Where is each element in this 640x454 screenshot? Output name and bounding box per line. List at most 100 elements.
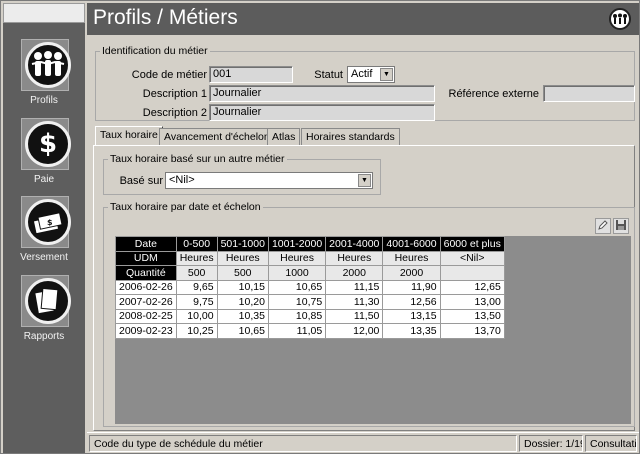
rate-cell[interactable]: 12,00	[325, 323, 384, 339]
tab-taux-horaire[interactable]: Taux horaire	[95, 126, 163, 146]
desc2-label: Description 2	[142, 107, 207, 119]
table-header-row: Date 0-500 501-1000 1001-2000 2001-4000 …	[115, 236, 505, 252]
rate-cell[interactable]: 10,65	[216, 323, 269, 339]
table-row[interactable]: 2007-02-26 9,75 10,20 10,75 11,30 12,56 …	[115, 294, 505, 310]
header-cell[interactable]: 4001-6000	[382, 236, 441, 252]
status-bar: Code du type de schédule du métier Dossi…	[87, 432, 639, 453]
rate-cell[interactable]: 10,25	[175, 323, 218, 339]
header-cell[interactable]: 2001-4000	[325, 236, 384, 252]
date-cell[interactable]: 2007-02-26	[115, 294, 177, 310]
status-mode: Consultation	[585, 435, 637, 452]
rate-cell[interactable]: 10,35	[216, 308, 269, 324]
chevron-down-icon[interactable]: ▼	[358, 174, 371, 187]
quantite-cell[interactable]: 1000	[267, 265, 327, 281]
statut-label: Statut	[314, 69, 343, 81]
code-field[interactable]: 001	[209, 66, 293, 83]
quantite-cell[interactable]: 500	[175, 265, 218, 281]
date-cell[interactable]: 2009-02-23	[115, 323, 177, 339]
money-bills-icon: $	[25, 199, 71, 245]
date-cell[interactable]: 2006-02-26	[115, 279, 177, 295]
rate-cell[interactable]: 10,00	[175, 308, 218, 324]
udm-cell[interactable]: Heures	[267, 250, 327, 266]
desc2-field[interactable]: Journalier	[209, 104, 435, 121]
udm-cell[interactable]: Heures	[325, 250, 384, 266]
udm-cell[interactable]: Heures	[175, 250, 218, 266]
rate-cell[interactable]: 13,15	[382, 308, 441, 324]
rate-cell[interactable]: 10,15	[216, 279, 269, 295]
quantite-cell[interactable]: 2000	[382, 265, 441, 281]
base-sur-label: Basé sur	[119, 175, 163, 187]
sidebar-item-versement[interactable]: $ Versement	[3, 196, 85, 274]
quantite-cell[interactable]	[439, 265, 505, 281]
status-dossier: Dossier: 1/19	[519, 435, 583, 452]
udm-cell[interactable]: <Nil>	[439, 250, 505, 266]
rate-cell[interactable]: 11,30	[325, 294, 384, 310]
identification-legend: Identification du métier	[102, 45, 208, 57]
rate-cell[interactable]: 12,56	[382, 294, 441, 310]
dollar-icon: $	[25, 121, 71, 167]
rate-cell[interactable]: 13,50	[439, 308, 505, 324]
rate-cell[interactable]: 11,50	[325, 308, 384, 324]
rate-cell[interactable]: 10,20	[216, 294, 269, 310]
ref-field[interactable]	[543, 85, 635, 102]
rate-cell[interactable]: 9,65	[175, 279, 218, 295]
rate-cell[interactable]: 12,65	[439, 279, 505, 295]
tab-avancement-echelon[interactable]: Avancement d'échelon	[159, 128, 275, 146]
rate-cell[interactable]: 11,05	[267, 323, 327, 339]
rate-cell[interactable]: 13,35	[382, 323, 441, 339]
edit-icon[interactable]	[595, 218, 611, 234]
taux-date-legend: Taux horaire par date et échelon	[110, 201, 261, 213]
quantite-cell[interactable]: 2000	[325, 265, 384, 281]
rate-cell[interactable]: 10,65	[267, 279, 327, 295]
rate-cell[interactable]: 10,85	[267, 308, 327, 324]
udm-cell[interactable]: Heures	[382, 250, 441, 266]
quantite-row: Quantité 500 500 1000 2000 2000	[115, 265, 505, 281]
rate-cell[interactable]: 9,75	[175, 294, 218, 310]
base-sur-select[interactable]: <Nil> ▼	[165, 172, 373, 189]
chevron-down-icon[interactable]: ▼	[380, 68, 393, 81]
documents-icon	[25, 278, 71, 324]
page-title: Profils / Métiers	[93, 6, 238, 29]
rate-cell[interactable]: 11,90	[382, 279, 441, 295]
code-label: Code de métier	[131, 69, 207, 81]
udm-row: UDM Heures Heures Heures Heures Heures <…	[115, 250, 505, 266]
rate-cell[interactable]: 11,15	[325, 279, 384, 295]
header-cell[interactable]: 0-500	[175, 236, 218, 252]
sidebar-item-label: Rapports	[23, 331, 65, 342]
header-cell[interactable]: 501-1000	[216, 236, 269, 252]
rates-table: Date 0-500 501-1000 1001-2000 2001-4000 …	[115, 236, 505, 339]
sidebar-item-label: Profils	[30, 95, 58, 106]
tab-horaires-standards[interactable]: Horaires standards	[301, 128, 400, 146]
quantite-cell: Quantité	[115, 265, 177, 281]
rate-cell[interactable]: 10,75	[267, 294, 327, 310]
table-row[interactable]: 2008-02-25 10,00 10,35 10,85 11,50 13,15…	[115, 308, 505, 324]
statut-select[interactable]: Actif ▼	[347, 66, 395, 83]
sidebar-item-label: Paie	[33, 174, 54, 185]
sidebar-header	[3, 3, 85, 23]
header-cell[interactable]: 1001-2000	[267, 236, 327, 252]
statut-value: Actif	[351, 68, 373, 80]
app-window: Profils $ Paie $ Versement Rapports Prof…	[0, 0, 640, 454]
save-icon[interactable]	[613, 218, 629, 234]
desc1-label: Description 1	[142, 88, 207, 100]
udm-cell[interactable]: Heures	[216, 250, 269, 266]
sidebar-item-paie[interactable]: $ Paie	[3, 118, 85, 196]
sidebar: Profils $ Paie $ Versement Rapports	[3, 3, 85, 453]
rate-cell[interactable]: 13,70	[439, 323, 505, 339]
sidebar-item-profils[interactable]: Profils	[3, 39, 85, 117]
header-cell[interactable]: Date	[115, 236, 177, 252]
tab-atlas[interactable]: Atlas	[267, 128, 301, 146]
date-cell[interactable]: 2008-02-25	[115, 308, 177, 324]
header-cell[interactable]: 6000 et plus	[439, 236, 505, 252]
sidebar-item-rapports[interactable]: Rapports	[3, 275, 85, 353]
desc1-field[interactable]: Journalier	[209, 85, 435, 102]
quantite-cell[interactable]: 500	[216, 265, 269, 281]
rates-grid-area: Date 0-500 501-1000 1001-2000 2001-4000 …	[115, 236, 631, 424]
rate-cell[interactable]: 13,00	[439, 294, 505, 310]
table-row[interactable]: 2009-02-23 10,25 10,65 11,05 12,00 13,35…	[115, 323, 505, 339]
people-logo-icon	[609, 8, 631, 30]
table-row[interactable]: 2006-02-26 9,65 10,15 10,65 11,15 11,90 …	[115, 279, 505, 295]
status-hint: Code du type de schédule du métier	[89, 435, 517, 452]
ref-label: Référence externe	[448, 88, 540, 100]
udm-cell: UDM	[115, 250, 177, 266]
